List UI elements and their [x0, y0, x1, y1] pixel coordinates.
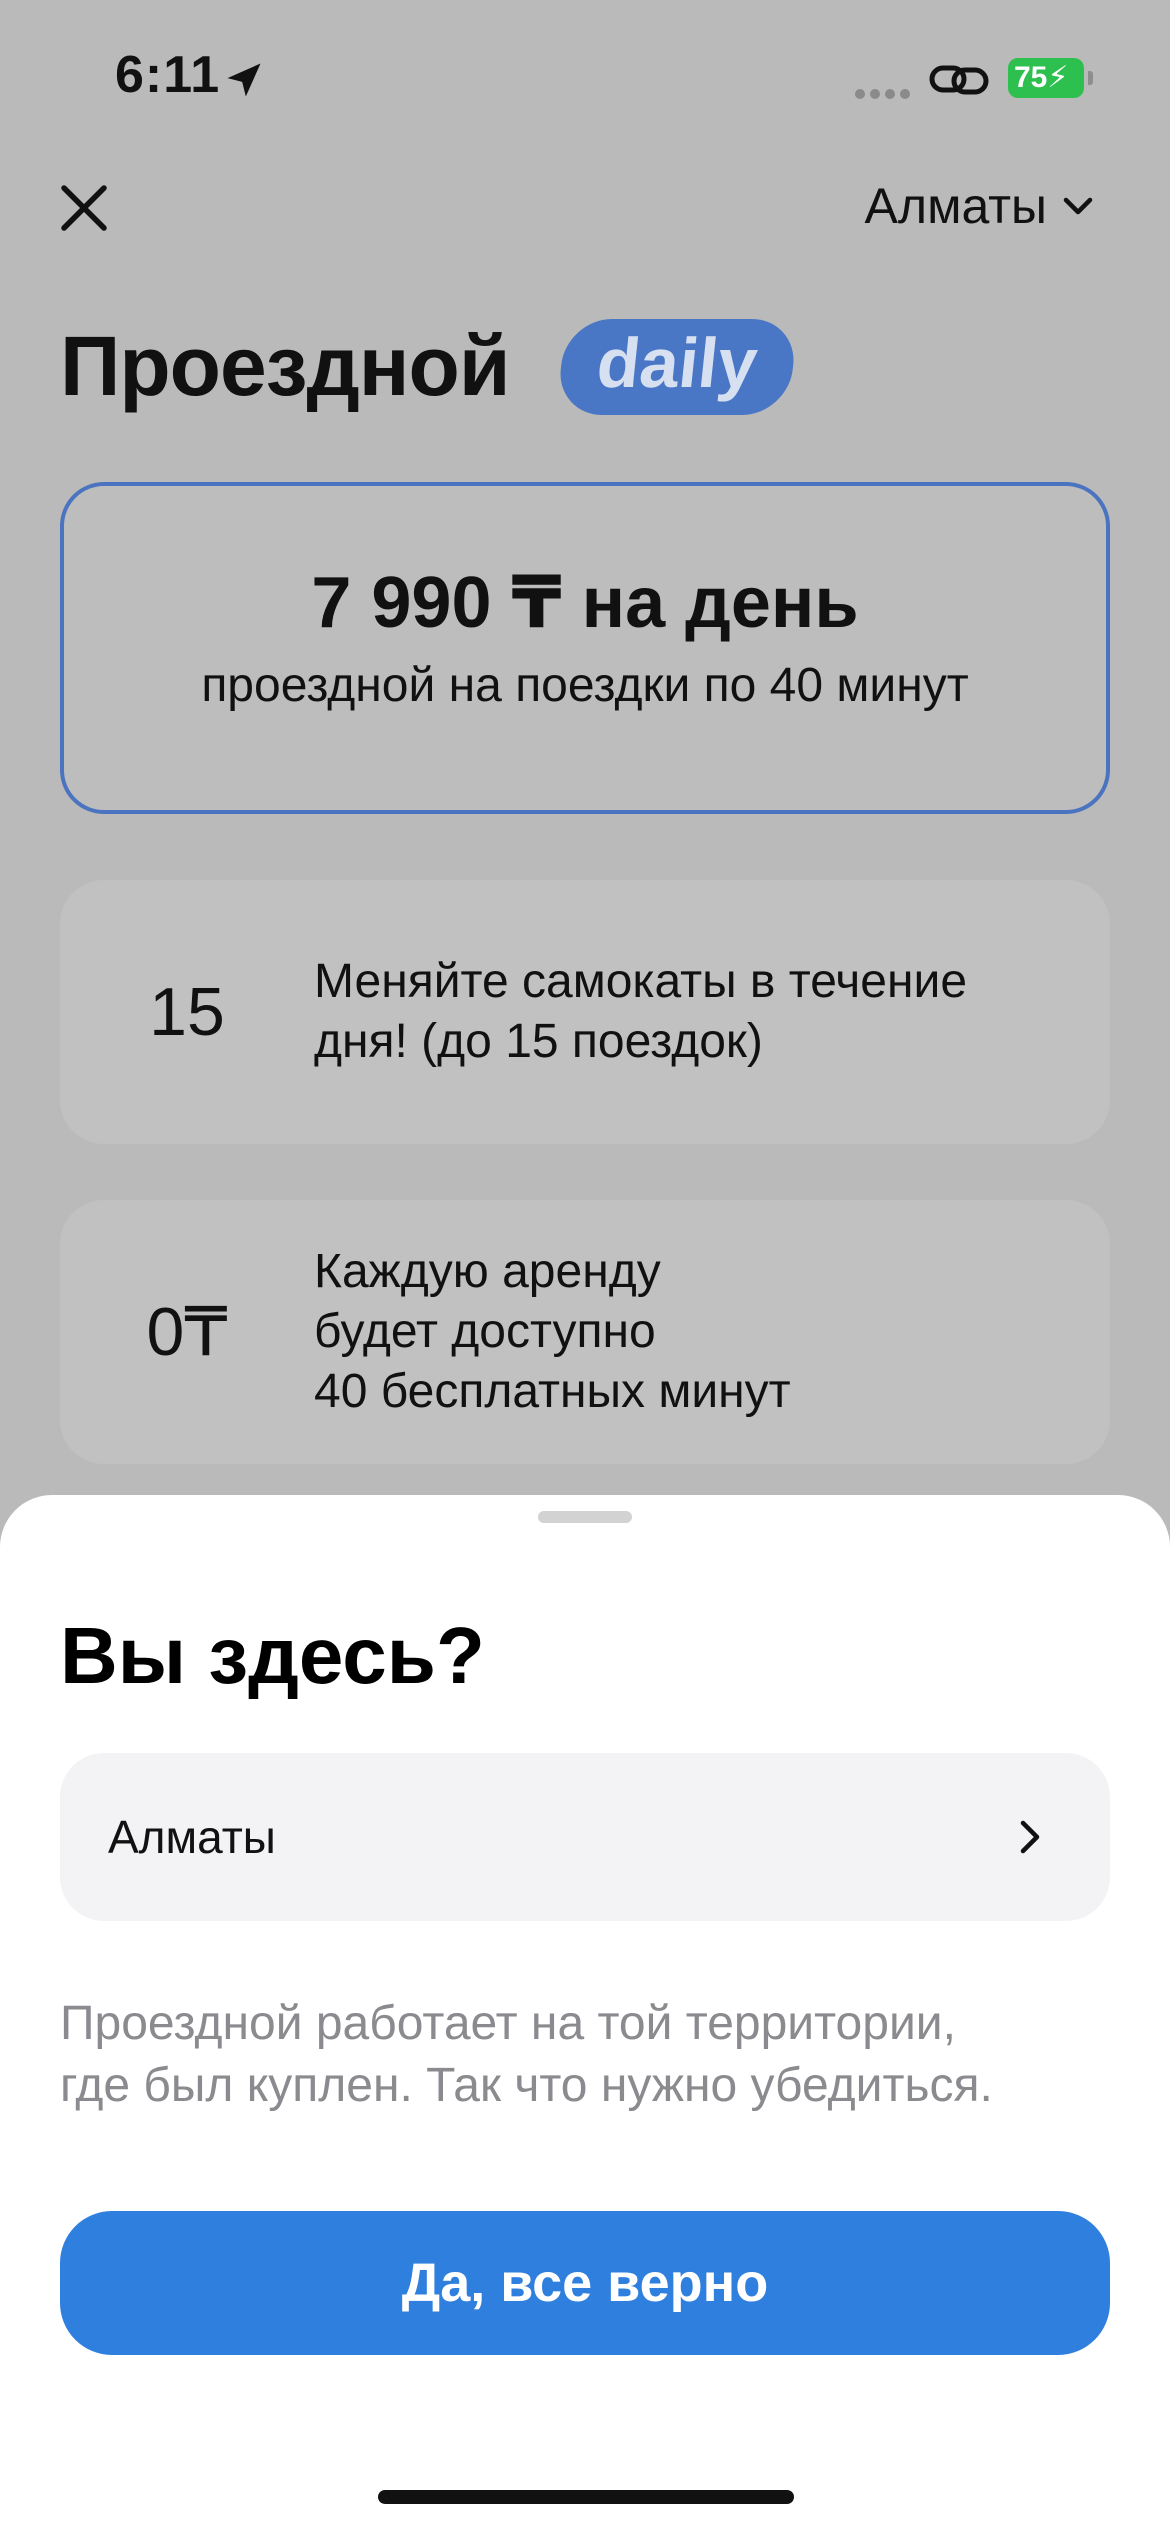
note-line: Проездной работает на той территории, — [60, 1997, 956, 2050]
feature-text: Каждую аренду будет доступно 40 бесплатн… — [314, 1242, 791, 1422]
note-line: где был куплен. Так что нужно убедиться. — [60, 2059, 993, 2112]
status-bar: 6:11 75⚡ — [0, 0, 1170, 150]
feature-line: будет доступно — [314, 1305, 656, 1358]
price-subtitle: проездной на поездки по 40 минут — [201, 659, 969, 712]
feature-text: Меняйте самокаты в течение дня! (до 15 п… — [314, 952, 967, 1072]
page-title: Проездной — [60, 319, 510, 413]
battery-level: 75 — [1014, 61, 1048, 94]
sheet-grabber[interactable] — [538, 1511, 632, 1523]
feature-line: 40 бесплатных минут — [314, 1365, 791, 1418]
battery-icon: 75⚡ — [1008, 58, 1093, 98]
city-row[interactable]: Алматы — [60, 1753, 1110, 1921]
price-main: 7 990 ₸ на день — [311, 563, 859, 643]
link-icon — [929, 65, 989, 95]
status-time: 6:11 — [115, 46, 221, 104]
screen: 6:11 75⚡ Алматы Проездной daily 7 990 ₸ … — [0, 0, 1170, 2532]
chevron-right-icon — [1020, 1820, 1040, 1854]
city-selector[interactable]: Алматы — [865, 178, 1095, 234]
title-row: Проездной daily — [60, 318, 799, 415]
confirm-button[interactable]: Да, все верно — [60, 2211, 1110, 2355]
feature-line: дня! (до 15 поездок) — [314, 1015, 763, 1068]
feature-card: 0₸ Каждую аренду будет доступно 40 беспл… — [60, 1200, 1110, 1464]
signal-icon — [855, 86, 915, 104]
feature-card: 15 Меняйте самокаты в течение дня! (до 1… — [60, 880, 1110, 1144]
feature-value: 0₸ — [146, 1293, 228, 1370]
feature-line: Меняйте самокаты в течение — [314, 955, 968, 1008]
bottom-sheet: Вы здесь? Алматы Проездной работает на т… — [0, 1495, 1170, 2532]
city-row-label: Алматы — [108, 1811, 276, 1863]
feature-value: 15 — [149, 974, 225, 1050]
home-indicator[interactable] — [378, 2490, 794, 2504]
location-arrow-icon — [227, 63, 261, 97]
sheet-note: Проездной работает на той территории, гд… — [60, 1993, 1120, 2117]
city-selector-label: Алматы — [864, 178, 1047, 234]
chevron-down-icon — [1063, 197, 1093, 215]
daily-badge: daily — [556, 318, 799, 415]
close-icon[interactable] — [56, 180, 112, 236]
price-card[interactable]: 7 990 ₸ на день проездной на поездки по … — [60, 482, 1110, 814]
sheet-title: Вы здесь? — [60, 1611, 485, 1700]
feature-line: Каждую аренду — [314, 1245, 661, 1298]
